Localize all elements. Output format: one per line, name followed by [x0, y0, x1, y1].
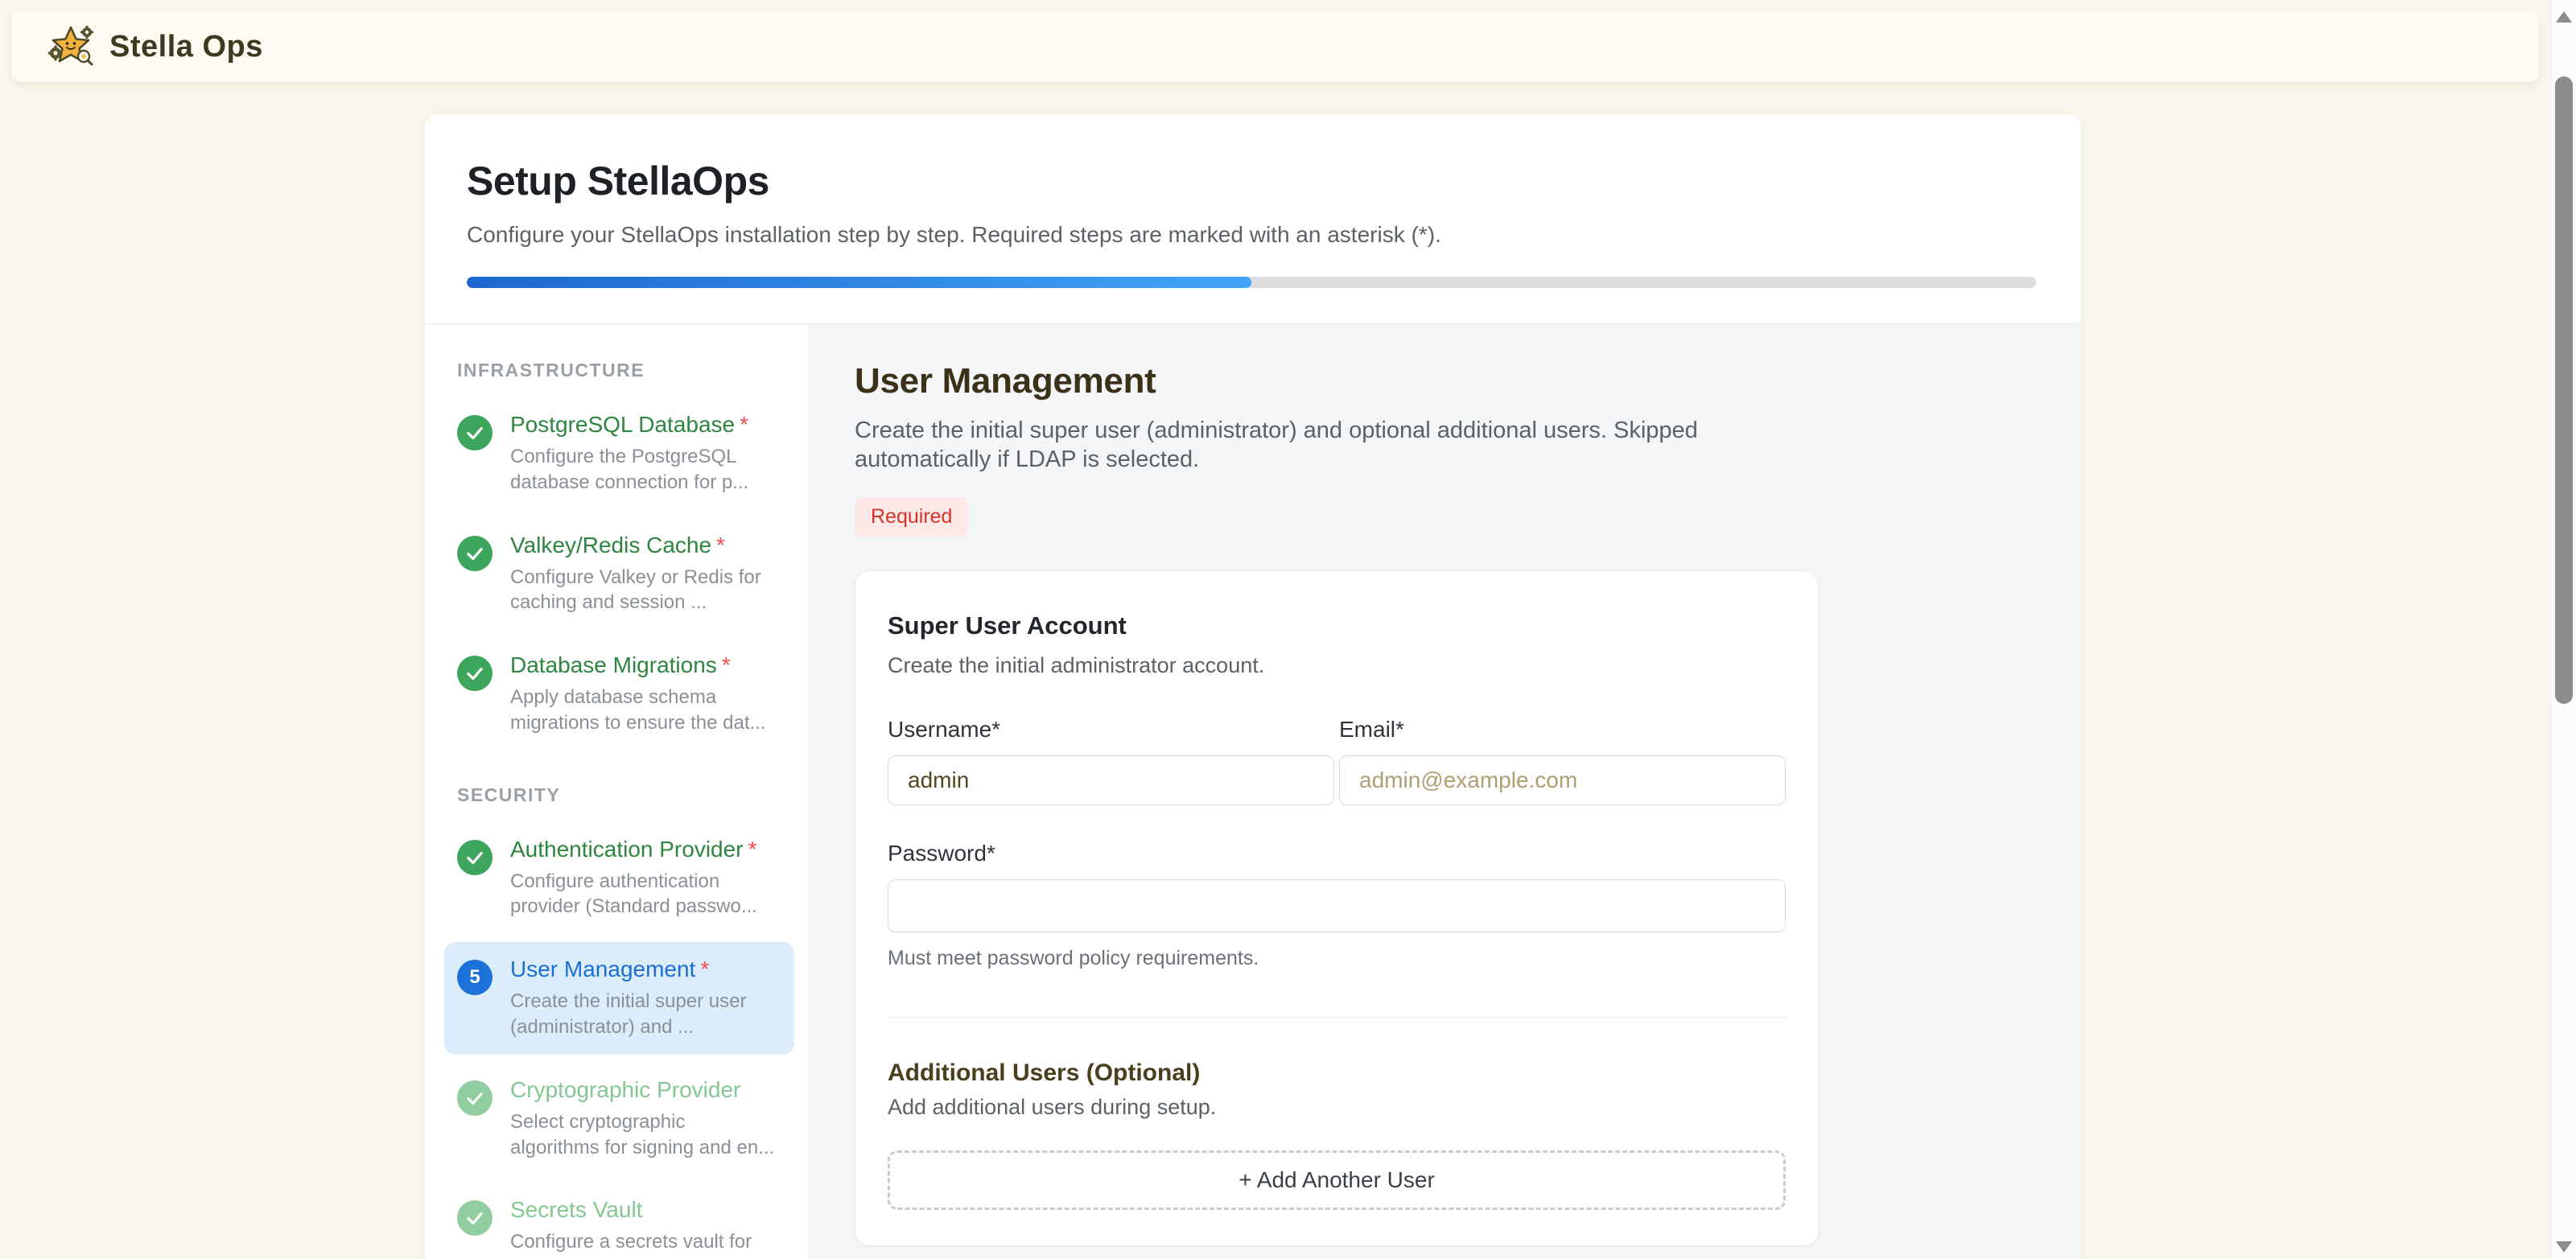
- step-title: Authentication Provider*: [510, 837, 776, 862]
- step-texts: Cryptographic Provider Select cryptograph…: [510, 1077, 776, 1161]
- add-another-user-button[interactable]: + Add Another User: [888, 1150, 1786, 1210]
- scrollbar-up-arrow-icon[interactable]: [2556, 11, 2572, 23]
- steps-sidebar: INFRASTRUCTURE PostgreSQL Database* Config…: [425, 324, 810, 1259]
- step-texts: Authentication Provider* Configure authen…: [510, 837, 776, 920]
- additional-users-subtitle: Add additional users during setup.: [888, 1095, 1786, 1120]
- step-texts: Database Migrations* Apply database schem…: [510, 652, 776, 736]
- wizard-panel: Setup StellaOps Configure your StellaOps…: [425, 114, 2081, 1259]
- step-check-icon: [457, 415, 493, 451]
- main-content: User Management Create the initial super…: [810, 324, 2081, 1259]
- page-subtitle: Configure your StellaOps installation st…: [467, 222, 2036, 248]
- step-section-label: SECURITY: [457, 784, 794, 806]
- step-texts: Secrets Vault Configure a secrets vault f…: [510, 1197, 776, 1259]
- step-title: Valkey/Redis Cache*: [510, 533, 776, 558]
- sidebar-step-database-migrations[interactable]: Database Migrations* Apply database schem…: [444, 638, 794, 751]
- step-description: Apply database schema migrations to ensu…: [510, 685, 776, 735]
- step-description: Configure authentication provider (Stand…: [510, 869, 776, 920]
- step-check-icon: [457, 1080, 493, 1116]
- sidebar-step-postgresql-database[interactable]: PostgreSQL Database* Configure the Postgr…: [444, 397, 794, 510]
- sidebar-step-user-management[interactable]: 5 User Management* Create the initial supe…: [444, 942, 794, 1055]
- sidebar-step-cryptographic-provider[interactable]: Cryptographic Provider Select cryptograph…: [444, 1063, 794, 1175]
- wizard-header: Setup StellaOps Configure your StellaOps…: [425, 114, 2081, 324]
- step-title: User Management*: [510, 957, 776, 982]
- step-check-icon: [457, 840, 493, 875]
- scrollbar-thumb[interactable]: [2555, 76, 2573, 704]
- step-number-badge: 5: [457, 960, 493, 995]
- step-texts: PostgreSQL Database* Configure the Postgr…: [510, 412, 776, 496]
- username-email-row: Username* Email*: [888, 717, 1786, 805]
- sidebar-step-secrets-vault[interactable]: Secrets Vault Configure a secrets vault f…: [444, 1183, 794, 1259]
- required-asterisk: *: [722, 652, 731, 677]
- step-check-icon: [457, 1200, 493, 1236]
- step-description: Configure the PostgreSQL database connec…: [510, 444, 776, 495]
- step-section-label: INFRASTRUCTURE: [457, 360, 794, 381]
- required-asterisk: *: [716, 533, 725, 557]
- required-asterisk: *: [748, 837, 757, 862]
- sidebar-step-valkey-redis-cache[interactable]: Valkey/Redis Cache* Configure Valkey or R…: [444, 518, 794, 631]
- setup-wizard-page: Stella Ops Setup StellaOps Configure you…: [0, 0, 2576, 1259]
- additional-users-title: Additional Users (Optional): [888, 1059, 1786, 1087]
- super-user-card: Super User Account Create the initial ad…: [855, 570, 1819, 1246]
- page-title: Setup StellaOps: [467, 158, 2036, 204]
- app-header: Stella Ops: [11, 11, 2539, 82]
- super-user-card-title: Super User Account: [888, 611, 1786, 640]
- password-label: Password*: [888, 841, 1786, 866]
- brand: Stella Ops: [48, 24, 263, 69]
- step-check-icon: [457, 656, 493, 691]
- email-field-group: Email*: [1339, 717, 1786, 805]
- step-check-icon: [457, 536, 493, 571]
- password-helper-text: Must meet password policy requirements.: [888, 947, 1786, 970]
- stella-ops-logo-icon: [48, 24, 97, 69]
- step-description: Create the initial super user (administr…: [855, 416, 1732, 475]
- step-title: Cryptographic Provider: [510, 1077, 776, 1103]
- step-title: Secrets Vault: [510, 1197, 776, 1223]
- step-heading: User Management: [855, 361, 2036, 401]
- step-description: Configure Valkey or Redis for caching an…: [510, 565, 776, 615]
- card-divider: [888, 1017, 1786, 1018]
- step-description: Select cryptographic algorithms for sign…: [510, 1109, 776, 1160]
- sidebar-step-authentication-provider[interactable]: Authentication Provider* Configure authen…: [444, 822, 794, 935]
- required-badge: Required: [855, 497, 968, 537]
- step-description: Create the initial super user (administr…: [510, 989, 776, 1039]
- progress-bar-fill: [467, 277, 1251, 288]
- progress-bar-track: [467, 277, 2036, 288]
- step-texts: Valkey/Redis Cache* Configure Valkey or R…: [510, 533, 776, 616]
- email-input[interactable]: [1339, 755, 1786, 805]
- username-input[interactable]: [888, 755, 1334, 805]
- username-field-group: Username*: [888, 717, 1334, 805]
- scrollbar-down-arrow-icon[interactable]: [2556, 1241, 2572, 1253]
- step-texts: User Management* Create the initial super…: [510, 957, 776, 1040]
- username-label: Username*: [888, 717, 1334, 743]
- required-asterisk: *: [700, 957, 709, 981]
- wizard-body: INFRASTRUCTURE PostgreSQL Database* Config…: [425, 324, 2081, 1259]
- required-asterisk: *: [740, 412, 748, 437]
- super-user-card-subtitle: Create the initial administrator account…: [888, 653, 1786, 678]
- password-field-group: Password* Must meet password policy requ…: [888, 841, 1786, 970]
- step-title: Database Migrations*: [510, 652, 776, 678]
- email-label: Email*: [1339, 717, 1786, 743]
- step-description: Configure a secrets vault for secure cre…: [510, 1229, 776, 1259]
- brand-name: Stella Ops: [109, 30, 263, 64]
- step-title: PostgreSQL Database*: [510, 412, 776, 438]
- password-input[interactable]: [888, 879, 1786, 932]
- vertical-scrollbar[interactable]: [2550, 0, 2576, 1259]
